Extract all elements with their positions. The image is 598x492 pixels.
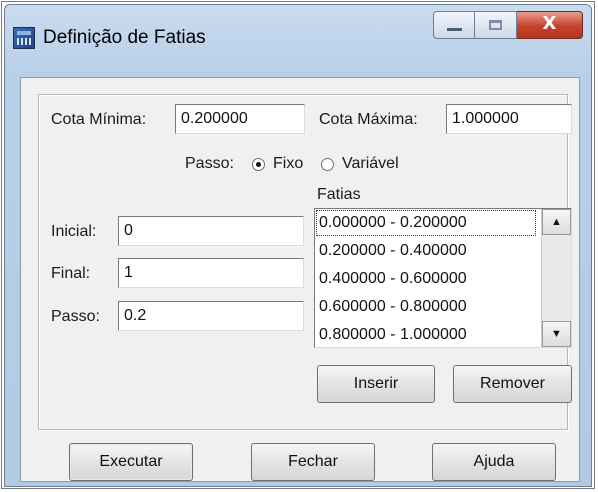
scroll-down-icon[interactable]: ▼ — [542, 321, 571, 347]
maximize-button[interactable] — [475, 11, 517, 39]
cota-maxima-input[interactable] — [446, 104, 572, 134]
dialog-client-area: Cota Mínima: Cota Máxima: Passo: Fixo Va… — [20, 77, 580, 482]
passo-label: Passo: — [51, 308, 100, 325]
cota-maxima-label: Cota Máxima: — [319, 111, 418, 128]
title-bar[interactable]: Definição de Fatias X — [5, 5, 591, 75]
minimize-icon — [447, 28, 462, 31]
dialog-window: Definição de Fatias X Cota Mínima: Cota … — [4, 4, 592, 487]
fatias-list-item[interactable]: 0.200000 - 0.400000 — [315, 237, 537, 265]
fatias-list-item[interactable]: 0.800000 - 1.000000 — [315, 321, 537, 347]
fatias-scrollbar[interactable]: ▲ ▼ — [541, 209, 571, 347]
window-title: Definição de Fatias — [43, 27, 206, 48]
caption-buttons: X — [433, 11, 583, 41]
minimize-button[interactable] — [433, 11, 475, 39]
fatias-listbox[interactable]: 0.000000 - 0.200000 0.200000 - 0.400000 … — [314, 208, 572, 348]
close-button[interactable]: X — [517, 11, 583, 39]
fatias-list-item[interactable]: 0.000000 - 0.200000 — [315, 209, 537, 237]
inserir-button[interactable]: Inserir — [317, 365, 435, 403]
inicial-label: Inicial: — [51, 223, 97, 240]
passo-fixo-label[interactable]: Fixo — [273, 155, 303, 173]
remover-button[interactable]: Remover — [453, 365, 572, 403]
inicial-input[interactable] — [118, 216, 304, 246]
close-icon: X — [542, 13, 557, 34]
passo-variavel-radio[interactable] — [321, 158, 334, 171]
passo-input[interactable] — [118, 301, 304, 331]
executar-button[interactable]: Executar — [69, 443, 193, 481]
fatias-label: Fatias — [317, 186, 361, 203]
cota-minima-label: Cota Mínima: — [51, 111, 147, 128]
fechar-button[interactable]: Fechar — [251, 443, 375, 481]
passo-variavel-label[interactable]: Variável — [342, 155, 399, 173]
fatias-list-item[interactable]: 0.600000 - 0.800000 — [315, 293, 537, 321]
dialog-icon — [13, 27, 35, 49]
final-label: Final: — [51, 265, 91, 282]
final-input[interactable] — [118, 258, 304, 288]
cota-minima-input[interactable] — [175, 104, 305, 134]
passo-type-label: Passo: — [185, 155, 234, 172]
fatias-list-item[interactable]: 0.400000 - 0.600000 — [315, 265, 537, 293]
scroll-up-icon[interactable]: ▲ — [542, 209, 571, 235]
passo-fixo-radio[interactable] — [252, 158, 265, 171]
maximize-icon — [489, 20, 502, 30]
ajuda-button[interactable]: Ajuda — [432, 443, 556, 481]
